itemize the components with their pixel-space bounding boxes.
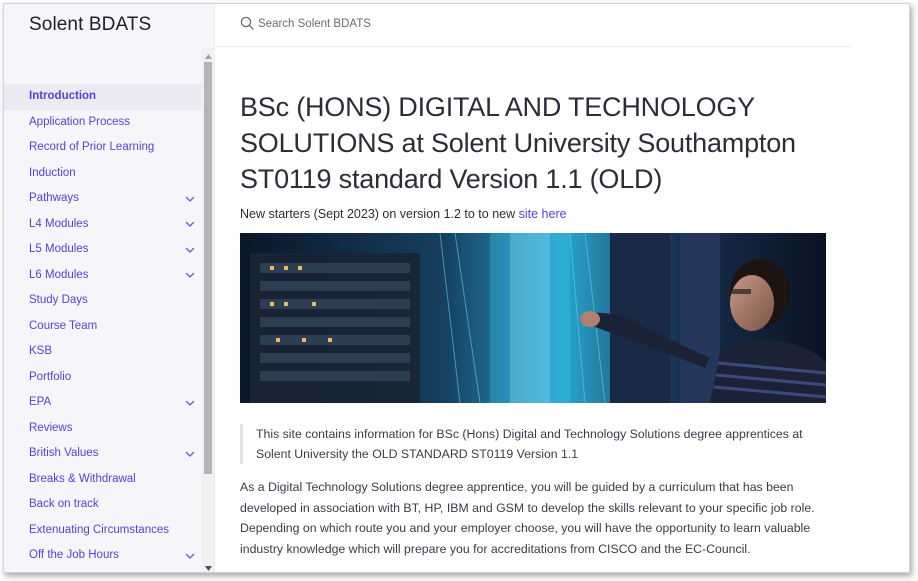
sidebar-scrollbar[interactable] (202, 48, 214, 572)
sidebar-item-label: Introduction (29, 90, 97, 102)
sidebar-item-back-on-track[interactable]: Back on track (4, 492, 202, 518)
sidebar-item-label: Back on track (29, 498, 99, 510)
sidebar-item-label: L4 Modules (29, 217, 89, 230)
chevron-down-icon[interactable] (184, 212, 196, 237)
scroll-down-arrow-icon[interactable] (202, 562, 214, 572)
chevron-down-icon[interactable] (184, 390, 196, 415)
sidebar-item-label: Course Team (29, 319, 98, 332)
sidebar-item-pathways[interactable]: Pathways (4, 186, 202, 212)
sidebar-item-label: EPA (29, 396, 52, 408)
page-title: BSc (HONS) DIGITAL AND TECHNOLOGY SOLUTI… (240, 92, 796, 194)
sidebar-item-portfolio[interactable]: Portfolio (4, 365, 202, 391)
sidebar-item-british-values[interactable]: British Values (4, 441, 202, 467)
site-here-link[interactable]: site here (519, 207, 567, 221)
sidebar-item-extenuating-circumstances[interactable]: Extenuating Circumstances (4, 518, 202, 544)
top-header (215, 4, 851, 47)
scroll-thumb[interactable] (204, 62, 212, 474)
sidebar-item-label: Portfolio (29, 370, 72, 383)
sidebar-item-label: L6 Modules (29, 268, 89, 281)
sidebar-item-label: KSB (29, 345, 53, 357)
search-icon (240, 16, 254, 30)
sidebar-item-label: Pathways (29, 192, 79, 204)
sidebar-item-reviews[interactable]: Reviews (4, 416, 202, 442)
subtitle-text: New starters (Sept 2023) on version 1.2 … (240, 207, 519, 221)
sidebar-item-course-team[interactable]: Course Team (4, 314, 202, 340)
sidebar-item-study-days[interactable]: Study Days (4, 288, 202, 314)
app-window: Solent BDATS Introduction Application Pro… (3, 3, 910, 573)
chevron-down-icon[interactable] (184, 237, 196, 262)
sidebar-item-label: Breaks & Withdrawal (29, 472, 136, 485)
sidebar-item-label: Extenuating Circumstances (29, 523, 169, 536)
sidebar-item-induction[interactable]: Induction (4, 161, 202, 187)
sidebar: Solent BDATS Introduction Application Pro… (4, 4, 215, 572)
sidebar-item-ksb[interactable]: KSB (4, 339, 202, 365)
sidebar-item-record-of-prior-learning[interactable]: Record of Prior Learning (4, 135, 202, 161)
sidebar-nav: Introduction Application Process Record of… (4, 84, 202, 569)
hero-image-server-room (240, 233, 826, 403)
main-content: BSc (HONS) DIGITAL AND TECHNOLOGY SOLUTI… (240, 48, 840, 559)
sidebar-item-label: Application Process (29, 115, 130, 128)
sidebar-item-label: Reviews (29, 421, 73, 434)
subtitle: New starters (Sept 2023) on version 1.2 … (240, 207, 840, 221)
sidebar-item-label: Induction (29, 166, 76, 179)
chevron-down-icon[interactable] (184, 543, 196, 568)
chevron-down-icon[interactable] (184, 186, 196, 211)
intro-paragraph: As a Digital Technology Solutions degree… (240, 480, 815, 556)
sidebar-item-l5-modules[interactable]: L5 Modules (4, 237, 202, 263)
sidebar-item-label: Off the Job Hours (29, 549, 119, 561)
sidebar-item-application-process[interactable]: Application Process (4, 110, 202, 136)
sidebar-item-epa[interactable]: EPA (4, 390, 202, 416)
sidebar-item-label: L5 Modules (29, 243, 89, 255)
site-title[interactable]: Solent BDATS (29, 14, 151, 36)
sidebar-item-label: Record of Prior Learning (29, 141, 155, 153)
sidebar-item-l6-modules[interactable]: L6 Modules (4, 263, 202, 289)
sidebar-item-label: British Values (29, 447, 99, 459)
sidebar-item-breaks-withdrawal[interactable]: Breaks & Withdrawal (4, 467, 202, 493)
scroll-up-arrow-icon[interactable] (202, 50, 214, 62)
chevron-down-icon[interactable] (184, 441, 196, 466)
sidebar-item-label: Study Days (29, 294, 88, 306)
sidebar-item-l4-modules[interactable]: L4 Modules (4, 212, 202, 238)
chevron-down-icon[interactable] (184, 263, 196, 288)
sidebar-item-introduction[interactable]: Introduction (4, 84, 202, 110)
info-quote: This site contains information for BSc (… (240, 424, 826, 464)
sidebar-item-off-the-job-hours[interactable]: Off the Job Hours (4, 543, 202, 569)
search-input[interactable] (258, 13, 558, 35)
